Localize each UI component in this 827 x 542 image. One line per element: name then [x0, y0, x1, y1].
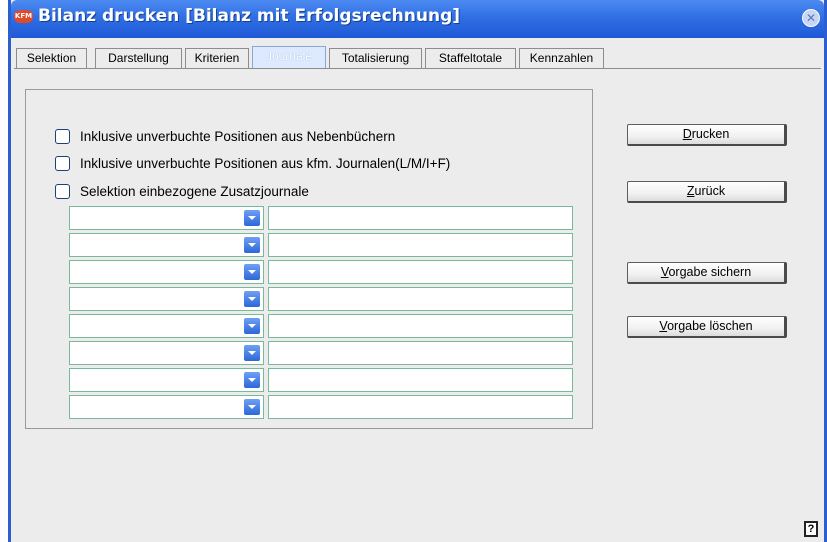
checkbox-zusatzjournale[interactable] [55, 183, 70, 199]
chevron-down-icon[interactable] [244, 372, 260, 388]
journal-text-field[interactable] [268, 233, 573, 257]
journal-text-field[interactable] [268, 341, 573, 365]
journal-text-field[interactable] [268, 260, 573, 284]
window-title: Bilanz drucken [Bilanz mit Erfolgsrechnu… [38, 6, 461, 26]
journal-select[interactable] [69, 341, 264, 365]
delete-defaults-label: orgabe löschen [667, 319, 753, 333]
journal-select[interactable] [69, 287, 264, 311]
help-icon[interactable]: ? [804, 521, 818, 537]
print-button[interactable]: Drucken [627, 124, 787, 146]
chevron-down-icon[interactable] [244, 318, 260, 334]
back-button[interactable]: Zurück [627, 181, 787, 203]
delete-defaults-button[interactable]: Vorgabe löschen [627, 316, 787, 338]
checkbox-row-nebenbuecher: Inklusive unverbuchte Positionen aus Neb… [55, 127, 395, 145]
chevron-down-icon[interactable] [244, 237, 260, 253]
dialog-window: KFM Bilanz drucken [Bilanz mit Erfolgsre… [8, 0, 827, 542]
chevron-down-icon[interactable] [244, 345, 260, 361]
tab-selektion[interactable]: Selektion [16, 48, 87, 68]
journal-text-field[interactable] [268, 395, 573, 419]
checkbox-row-kfm-journale: Inklusive unverbuchte Positionen aus kfm… [55, 154, 450, 172]
tab-content-border [14, 68, 821, 71]
journal-text-field[interactable] [268, 287, 573, 311]
checkbox-kfm-journale[interactable] [55, 155, 70, 171]
tab-bar: Selektion Darstellung Kriterien Journale… [16, 46, 606, 68]
close-icon[interactable]: ✕ [802, 9, 820, 27]
tab-staffeltotale[interactable]: Staffeltotale [425, 48, 516, 68]
checkbox-row-zusatzjournale: Selektion einbezogene Zusatzjournale [55, 182, 309, 200]
chevron-down-icon[interactable] [244, 291, 260, 307]
title-bar[interactable]: KFM Bilanz drucken [Bilanz mit Erfolgsre… [11, 0, 824, 38]
checkbox-label: Inklusive unverbuchte Positionen aus Neb… [80, 128, 396, 144]
journal-select[interactable] [69, 260, 264, 284]
journal-select[interactable] [69, 206, 264, 230]
tab-kennzahlen[interactable]: Kennzahlen [519, 48, 604, 68]
journal-text-field[interactable] [268, 206, 573, 230]
chevron-down-icon[interactable] [244, 264, 260, 280]
tab-kriterien[interactable]: Kriterien [185, 48, 249, 68]
tab-darstellung[interactable]: Darstellung [95, 48, 182, 68]
journal-select[interactable] [69, 314, 264, 338]
chevron-down-icon[interactable] [244, 399, 260, 415]
kfm-app-icon: KFM [14, 10, 33, 23]
journal-text-field[interactable] [268, 368, 573, 392]
delete-defaults-mnemonic: V [659, 319, 668, 333]
chevron-down-icon[interactable] [244, 210, 260, 226]
save-defaults-button[interactable]: Vorgabe sichern [627, 262, 787, 284]
checkbox-label: Selektion einbezogene Zusatzjournale [80, 183, 309, 199]
back-label: urück [694, 184, 726, 198]
journale-panel: Inklusive unverbuchte Positionen aus Neb… [25, 89, 593, 429]
print-label: rucken [691, 127, 730, 141]
tab-totalisierung[interactable]: Totalisierung [329, 48, 422, 68]
checkbox-label: Inklusive unverbuchte Positionen aus kfm… [80, 155, 451, 171]
print-mnemonic: D [682, 127, 692, 141]
journal-select[interactable] [69, 233, 264, 257]
checkbox-nebenbuecher[interactable] [55, 128, 70, 144]
save-defaults-label: orgabe sichern [668, 265, 752, 279]
back-mnemonic: Z [686, 184, 695, 198]
journal-select[interactable] [69, 395, 264, 419]
journal-text-field[interactable] [268, 314, 573, 338]
tab-journale[interactable]: Journale [252, 46, 326, 68]
journal-select[interactable] [69, 368, 264, 392]
